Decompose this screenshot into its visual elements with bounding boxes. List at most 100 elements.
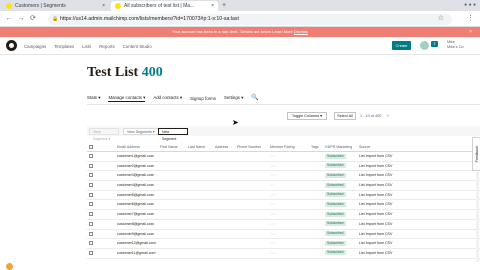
row-email[interactable]: customer2@gmail.com [117,162,179,171]
vertical-scrollbar[interactable] [476,172,479,262]
nav-link-campaigns[interactable]: Campaigns [24,44,46,49]
row-checkbox[interactable] [89,171,95,180]
nav-link-lists[interactable]: Lists [82,44,91,49]
new-tab-button[interactable]: + [222,1,226,11]
tab-title: All subscribers of test list | Ma... [124,3,195,9]
back-arrow-icon[interactable]: ← [4,14,14,24]
row-email[interactable]: customer11@gmail.com [117,249,179,258]
banner-link[interactable]: Dismiss [294,29,308,34]
nav-link-content-studio[interactable]: Content Studio [123,44,152,49]
row-email[interactable]: customer8@gmail.com [117,220,179,229]
row-email[interactable]: customer9@gmail.com [117,230,179,239]
new-segment-button[interactable]: New Segment [158,128,188,141]
create-button[interactable]: Create [392,41,411,50]
row-checkbox[interactable] [89,239,95,248]
forward-arrow-icon[interactable]: → [16,14,26,24]
row-checkbox[interactable] [89,220,95,229]
row-status: Subscribed [325,220,355,229]
browser-menu-icon[interactable]: ⋮ [467,14,474,24]
list-subnav: Stats ▾ Manage contacts ▾ Add contacts ▾… [87,94,259,102]
row-email[interactable]: customer1@gmail.com [117,152,179,161]
subnav-signup-forms[interactable]: Signup forms [190,96,216,101]
nav-link-templates[interactable]: Templates [54,44,74,49]
avatar[interactable] [420,41,429,50]
row-email[interactable]: customer3@gmail.com [117,171,179,180]
row-checkbox[interactable] [89,191,95,200]
row-more-icon[interactable]: … [150,181,154,190]
status-badge: Subscribed [325,240,346,246]
row-more-icon[interactable]: … [150,191,154,200]
row-more-icon[interactable]: … [150,249,154,258]
table-row[interactable]: customer5@gmail.com… ☆☆ Subscribed List Imp… [87,191,480,201]
table-row[interactable]: customer1@gmail.com… ☆☆ Subscribed List Imp… [87,152,480,162]
feedback-tab[interactable]: Feedback [472,137,480,171]
tab-customers-segments[interactable]: Customers | Segments × [2,1,109,11]
row-more-icon[interactable]: … [150,210,154,219]
row-checkbox[interactable] [89,181,95,190]
subnav-manage-contacts[interactable]: Manage contacts ▾ [108,95,146,102]
table-row[interactable]: customer9@gmail.com… ☆☆ Subscribed List Imp… [87,230,480,240]
table-row[interactable]: customer4@gmail.com… ☆☆ Subscribed List Imp… [87,181,480,191]
reload-icon[interactable]: ⟳ [28,14,38,24]
header-gdpr[interactable]: GDPR Marketing [325,143,355,152]
account-menu[interactable]: Mike Mike's Co. [447,40,465,50]
table-row[interactable]: customer2@gmail.com… ☆☆ Subscribed List Imp… [87,162,480,172]
alert-banner: Your account has been in a rate-limit - … [0,27,480,37]
select-all-checkbox[interactable] [89,143,95,152]
tab-all-subscribers[interactable]: All subscribers of test list | Ma... × [111,1,218,11]
row-rating: ☆☆ [270,154,277,158]
header-rating[interactable]: Member Rating [270,143,310,152]
table-row[interactable]: customer11@gmail.com… ☆☆ Subscribed List Im… [87,249,480,259]
row-email[interactable]: customer10@gmail.com [117,239,179,248]
row-more-icon[interactable]: … [150,152,154,161]
notification-badge[interactable]: 2 [431,41,438,47]
header-first-name[interactable]: First Name [160,143,190,152]
row-more-icon[interactable]: … [150,220,154,229]
header-source[interactable]: Source [359,143,409,152]
tab-close-icon[interactable]: × [211,1,214,11]
header-last-name[interactable]: Last Name [188,143,216,152]
row-checkbox[interactable] [89,162,95,171]
select-all-button[interactable]: Select All [334,112,356,120]
row-email[interactable]: customer5@gmail.com [117,191,179,200]
pagination-next-icon[interactable]: › [387,112,393,120]
address-bar[interactable]: 🔒 https://us14.admin.mailchimp.com/lists… [48,14,452,25]
row-more-icon[interactable]: … [150,162,154,171]
search-icon[interactable]: 🔍 [251,94,258,102]
header-phone[interactable]: Phone Number [237,143,267,152]
app-dock-icon[interactable] [6,263,13,270]
row-checkbox[interactable] [89,230,95,239]
table-row[interactable]: customer10@gmail.com… ☆☆ Subscribed List Im… [87,239,480,249]
table-row[interactable]: customer8@gmail.com… ☆☆ Subscribed List Imp… [87,220,480,230]
table-row[interactable]: customer3@gmail.com… ☆☆ Subscribed List Imp… [87,171,480,182]
row-more-icon[interactable]: … [150,239,154,248]
row-checkbox[interactable] [89,210,95,219]
mailchimp-logo-icon[interactable] [6,40,17,51]
status-badge: Subscribed [325,201,346,207]
subnav-settings[interactable]: Settings ▾ [224,95,243,101]
view-segments-dropdown[interactable]: View Segments ▾ [123,128,163,135]
row-source: List Import from CSV [359,192,393,197]
row-email[interactable]: customer7@gmail.com [117,210,179,219]
tab-close-icon[interactable]: × [102,1,105,11]
row-email[interactable]: customer6@gmail.com [117,200,179,209]
row-more-icon[interactable]: … [150,230,154,239]
table-row[interactable]: customer6@gmail.com… ☆☆ Subscribed List Imp… [87,200,480,211]
view-segment-dropdown[interactable]: View Segment ▾ [89,128,119,141]
row-checkbox[interactable] [89,200,95,209]
subnav-add-contacts[interactable]: Add contacts ▾ [153,95,182,101]
window-controls[interactable]: ● ● ● [464,2,476,8]
row-more-icon[interactable]: … [150,200,154,209]
row-email[interactable]: customer4@gmail.com [117,181,179,190]
row-more-icon[interactable]: … [150,171,154,180]
banner-close-icon[interactable]: × [469,27,472,37]
row-checkbox[interactable] [89,249,95,258]
row-checkbox[interactable] [89,152,95,161]
table-row[interactable]: customer7@gmail.com… ☆☆ Subscribed List Imp… [87,210,480,220]
subnav-stats[interactable]: Stats ▾ [87,95,100,101]
nav-link-reports[interactable]: Reports [99,44,114,49]
toggle-columns-button[interactable]: Toggle Columns ▾ [287,112,327,120]
bookmark-star-icon[interactable]: ☆ [438,14,444,24]
row-source: List Import from CSV [359,231,393,236]
page-title: Test List 400 [87,65,163,81]
